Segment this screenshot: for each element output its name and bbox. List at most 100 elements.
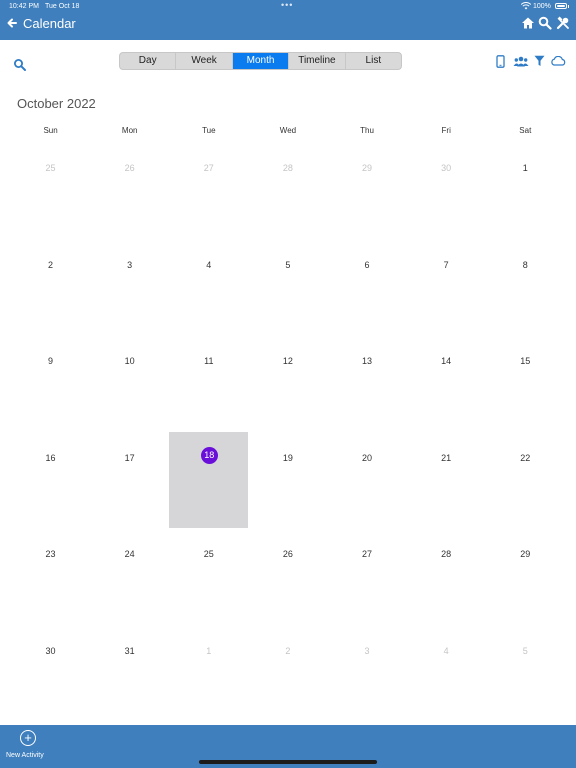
- week-row: 2 3 4 5 6 7 8: [11, 239, 565, 336]
- day-cell[interactable]: 2: [11, 239, 90, 336]
- day-cell[interactable]: 28: [248, 142, 327, 239]
- day-number: 28: [282, 163, 293, 173]
- filter-icon[interactable]: [534, 55, 545, 67]
- day-cell[interactable]: 26: [90, 142, 169, 239]
- new-activity-label[interactable]: New Activity: [6, 752, 44, 759]
- day-cell[interactable]: 4: [407, 625, 486, 722]
- day-cell[interactable]: 12: [248, 335, 327, 432]
- day-number: 7: [443, 259, 449, 270]
- day-number: 3: [364, 645, 370, 656]
- day-cell[interactable]: 23: [11, 528, 90, 625]
- weekday-label: Tue: [202, 126, 216, 135]
- weekday-label: Thu: [360, 126, 374, 135]
- day-cell[interactable]: 11: [169, 335, 248, 432]
- day-number: 10: [124, 356, 135, 366]
- cloud-icon[interactable]: [550, 56, 566, 66]
- day-number: 2: [48, 259, 54, 270]
- day-cell[interactable]: 14: [407, 335, 486, 432]
- day-cell[interactable]: 4: [169, 239, 248, 336]
- view-day-tab[interactable]: Day: [120, 53, 177, 69]
- week-row: 16 17 18 19 20 21 22: [11, 431, 565, 529]
- day-number: 15: [520, 356, 531, 366]
- day-cell[interactable]: 6: [328, 239, 407, 336]
- day-cell[interactable]: 7: [407, 239, 486, 336]
- day-cell[interactable]: 3: [90, 239, 169, 336]
- day-cell[interactable]: 26: [248, 528, 327, 625]
- status-date: Tue Oct 18: [45, 3, 80, 10]
- view-week-tab[interactable]: Week: [176, 53, 233, 69]
- home-icon[interactable]: [521, 16, 535, 30]
- day-cell[interactable]: 29: [486, 528, 565, 625]
- day-cell[interactable]: 13: [328, 335, 407, 432]
- day-number: 1: [206, 645, 212, 656]
- day-number: 1: [522, 163, 528, 173]
- day-cell[interactable]: 17: [90, 432, 169, 529]
- day-cell[interactable]: 24: [90, 528, 169, 625]
- day-cell[interactable]: 10: [90, 335, 169, 432]
- view-list-tab[interactable]: List: [346, 53, 401, 69]
- back-arrow-icon[interactable]: [6, 17, 18, 29]
- day-cell[interactable]: 30: [407, 142, 486, 239]
- search-icon[interactable]: [538, 16, 552, 30]
- day-cell[interactable]: 27: [328, 528, 407, 625]
- day-cell[interactable]: 19: [248, 432, 327, 529]
- day-number: 13: [362, 356, 373, 366]
- multitasking-dots-icon[interactable]: •••: [281, 0, 293, 10]
- day-cell[interactable]: 8: [486, 239, 565, 336]
- day-number: 4: [206, 259, 212, 270]
- wifi-icon: [521, 2, 531, 10]
- day-number: 30: [441, 163, 452, 173]
- day-number: 22: [520, 452, 531, 463]
- people-icon[interactable]: [513, 56, 529, 67]
- weekday-label: Wed: [279, 126, 297, 135]
- day-cell[interactable]: 25: [11, 142, 90, 239]
- day-cell[interactable]: 30: [11, 625, 90, 722]
- weekday-label: Sat: [519, 126, 532, 135]
- day-number: 27: [362, 549, 373, 559]
- month-grid: 25 26 27 28 29 30 1 2 3 4 5 6 7 8 9 10 11 12 13 14 15 16 17 18 1…: [11, 142, 565, 721]
- home-indicator: [199, 760, 377, 764]
- search-icon[interactable]: [13, 58, 27, 72]
- weekday-label: Sun: [43, 126, 58, 135]
- device-icon[interactable]: [496, 55, 505, 68]
- day-number: 27: [203, 163, 214, 173]
- new-activity-button[interactable]: +: [20, 730, 36, 746]
- today-date-badge: 18: [200, 446, 218, 464]
- day-cell[interactable]: 15: [486, 335, 565, 432]
- day-cell[interactable]: 28: [407, 528, 486, 625]
- day-number: 16: [45, 452, 56, 463]
- view-month-tab[interactable]: Month: [232, 53, 290, 69]
- day-cell[interactable]: 21: [407, 432, 486, 529]
- day-cell[interactable]: 5: [486, 625, 565, 722]
- day-cell[interactable]: 27: [169, 142, 248, 239]
- day-cell-today[interactable]: 18: [169, 431, 249, 528]
- day-number: 17: [124, 452, 135, 463]
- day-cell[interactable]: 16: [11, 432, 90, 529]
- day-cell[interactable]: 29: [328, 142, 407, 239]
- day-number: 3: [127, 259, 133, 270]
- day-cell[interactable]: 1: [486, 142, 565, 239]
- day-cell[interactable]: 25: [169, 528, 248, 625]
- weekday-header: Sun Mon Tue Wed Thu Fri Sat: [11, 126, 565, 138]
- view-switcher: Day Week Month Timeline List: [119, 52, 402, 70]
- day-cell[interactable]: 2: [248, 625, 327, 722]
- day-number: 23: [45, 549, 56, 559]
- battery-tip: [568, 5, 569, 8]
- day-number: 5: [285, 259, 291, 270]
- day-number: 12: [282, 356, 293, 366]
- day-cell[interactable]: 3: [328, 625, 407, 722]
- day-cell[interactable]: 9: [11, 335, 90, 432]
- day-cell[interactable]: 22: [486, 432, 565, 529]
- day-number: 5: [522, 645, 528, 656]
- month-title: October 2022: [17, 96, 96, 111]
- day-cell[interactable]: 20: [328, 432, 407, 529]
- view-timeline-tab[interactable]: Timeline: [289, 53, 346, 69]
- day-number: 25: [203, 549, 214, 559]
- day-cell[interactable]: 31: [90, 625, 169, 722]
- tools-icon[interactable]: [556, 16, 570, 30]
- day-number: 25: [45, 163, 56, 173]
- weekday-label: Fri: [441, 126, 451, 135]
- day-cell[interactable]: 1: [169, 625, 248, 722]
- day-cell[interactable]: 5: [248, 239, 327, 336]
- day-number: 19: [282, 452, 293, 463]
